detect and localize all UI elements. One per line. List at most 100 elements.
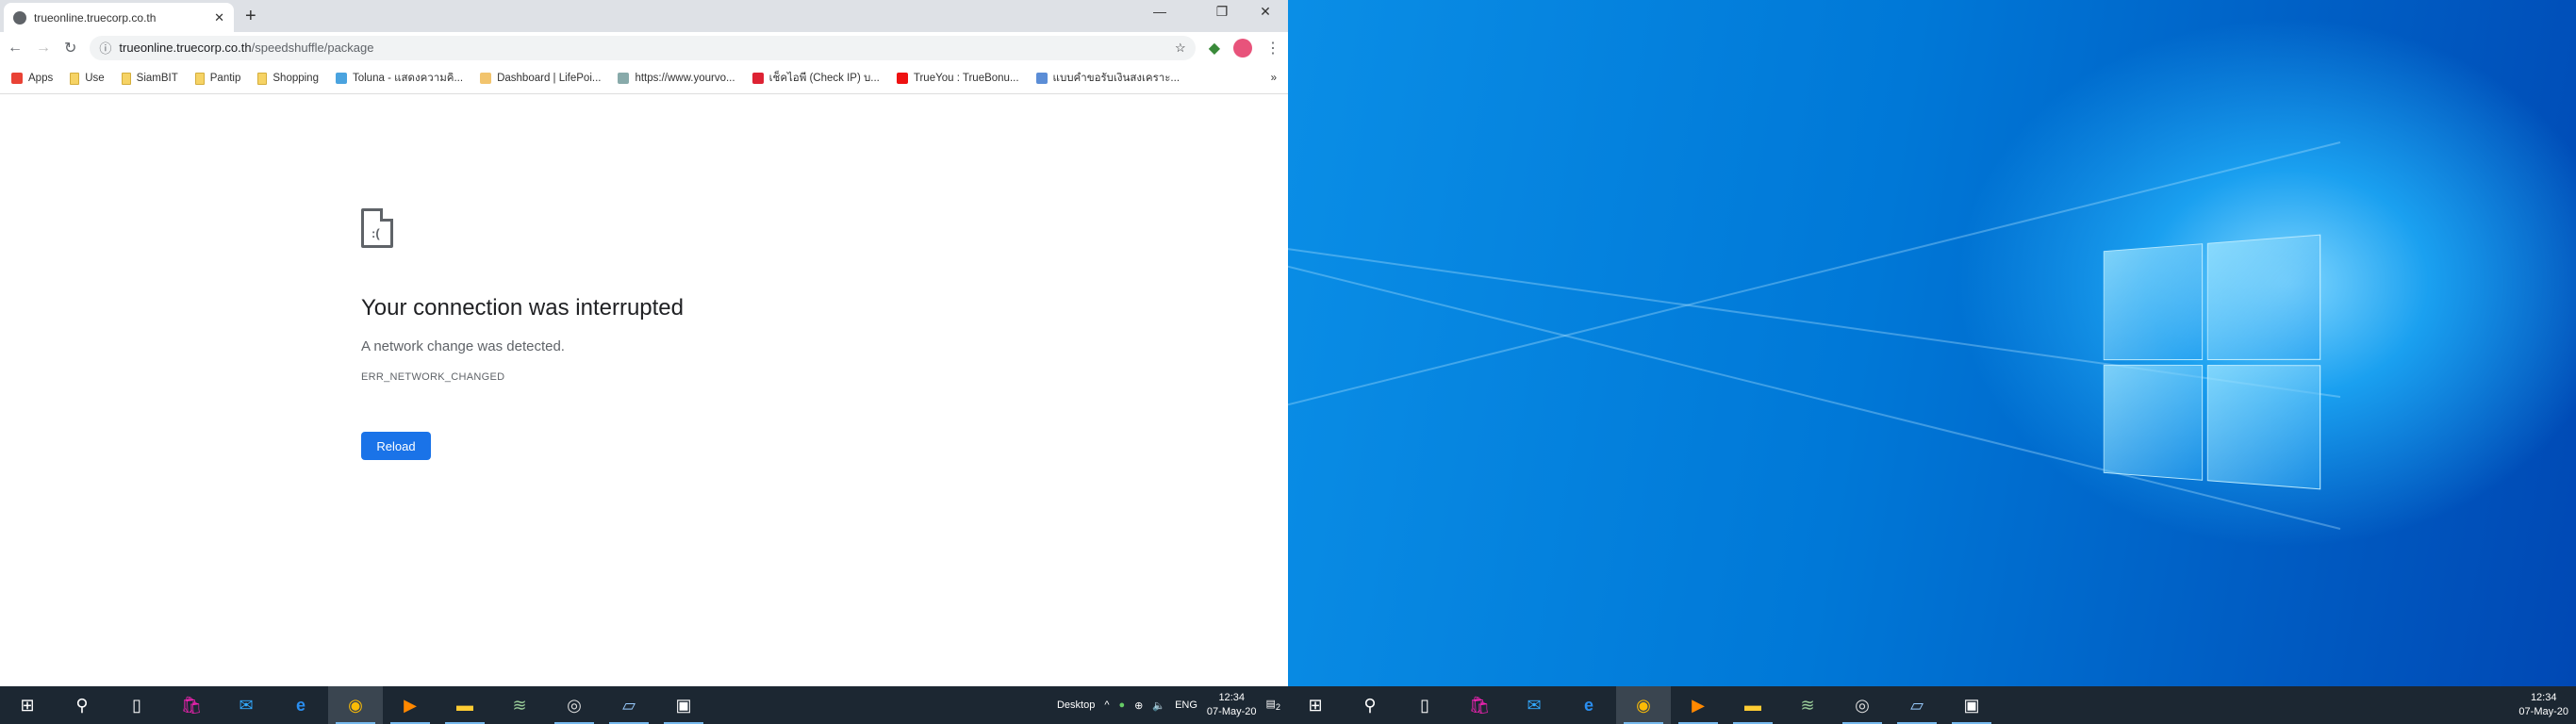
task-view-icon[interactable]: ▯	[1397, 686, 1452, 724]
compass-icon[interactable]: ◎	[1835, 686, 1890, 724]
clock[interactable]: 12:34 07-May-20	[1207, 691, 1257, 719]
store-icon[interactable]: 🛍	[164, 686, 219, 724]
close-tab-icon[interactable]: ✕	[214, 10, 224, 25]
lifepoints-icon	[480, 73, 491, 84]
toluna-icon	[336, 73, 347, 84]
notification-center-icon[interactable]: ▤2	[1266, 698, 1281, 712]
chrome-icon[interactable]: ◉	[1616, 686, 1671, 724]
search-icon[interactable]: ⚲	[1343, 686, 1397, 724]
media-player-icon[interactable]: ▶	[1671, 686, 1726, 724]
bookmarks-bar: Apps Use SiamBIT Pantip Shopping Toluna - แสด…	[0, 63, 1288, 94]
tab-active[interactable]: trueonline.truecorp.co.th ✕	[4, 3, 234, 32]
bookmark-item[interactable]: https://www.yourvo...	[618, 73, 735, 84]
desktop-toolbar[interactable]: Desktop	[1057, 699, 1095, 711]
profile-avatar[interactable]	[1233, 39, 1252, 58]
bookmark-label: Shopping	[272, 73, 319, 84]
clock-time: 12:34	[1207, 691, 1257, 705]
media-player-icon[interactable]: ▶	[383, 686, 438, 724]
back-icon[interactable]: ←	[8, 40, 23, 57]
notepad-icon[interactable]: ▱	[602, 686, 656, 724]
system-tray: Desktop ^ ● ⊕ 🔈 ENG 12:34 07-May-20 ▤2	[1057, 691, 1288, 719]
notepad-icon[interactable]: ▱	[1890, 686, 1944, 724]
taskbar-right: ⊞ ⚲ ▯ 🛍 ✉ e ◉ ▶ ▬ ≋ ◎ ▱ ▣ 12:34 07-May-20	[1288, 686, 2576, 724]
bookmark-item[interactable]: TrueYou : TrueBonu...	[897, 73, 1019, 84]
menu-icon[interactable]: ⋮	[1265, 39, 1280, 58]
forward-icon[interactable]: →	[36, 40, 51, 57]
bookmarks-overflow-button[interactable]: »	[1271, 73, 1277, 84]
toolbar: ← → ↻ ⓘ trueonline.truecorp.co.th/speeds…	[0, 32, 1288, 63]
folder-icon	[70, 73, 79, 85]
terminal-icon[interactable]: ▣	[656, 686, 711, 724]
notification-count: 2	[1276, 703, 1280, 713]
network-app-icon[interactable]: ≋	[492, 686, 547, 724]
search-icon[interactable]: ⚲	[55, 686, 109, 724]
folder-icon	[257, 73, 267, 85]
bookmark-item[interactable]: Pantip	[195, 73, 241, 85]
bookmark-item[interactable]: Apps	[11, 73, 53, 84]
link-icon	[618, 73, 629, 84]
bookmark-item[interactable]: Toluna - แสดงความคิ...	[336, 70, 463, 87]
error-code: ERR_NETWORK_CHANGED	[361, 371, 684, 383]
file-explorer-icon[interactable]: ▬	[1726, 686, 1780, 724]
folder-icon	[122, 73, 131, 85]
error-title: Your connection was interrupted	[361, 295, 684, 321]
bookmark-label: Pantip	[210, 73, 241, 84]
language-indicator[interactable]: ENG	[1175, 699, 1197, 711]
close-window-button[interactable]: ✕	[1247, 4, 1284, 20]
reload-icon[interactable]: ↻	[64, 39, 76, 58]
apps-grid-icon	[11, 73, 23, 84]
globe-icon	[13, 11, 26, 25]
store-icon[interactable]: 🛍	[1452, 686, 1507, 724]
network-globe-icon[interactable]: ⊕	[1134, 699, 1143, 712]
form-icon	[1036, 73, 1048, 84]
start-windows-icon[interactable]: ⊞	[1288, 686, 1343, 724]
chrome-icon[interactable]: ◉	[328, 686, 383, 724]
bookmark-item[interactable]: SiamBIT	[122, 73, 178, 85]
mail-icon[interactable]: ✉	[219, 686, 273, 724]
compass-icon[interactable]: ◎	[547, 686, 602, 724]
bookmark-label: Apps	[28, 73, 53, 84]
clock-time: 12:34	[2518, 691, 2568, 705]
heart-icon	[897, 73, 908, 84]
bookmark-item[interactable]: แบบคำขอรับเงินสงเคราะ...	[1036, 70, 1180, 87]
system-tray-right: 12:34 07-May-20	[2518, 691, 2576, 719]
terminal-icon[interactable]: ▣	[1944, 686, 1999, 724]
bookmark-label: แบบคำขอรับเงินสงเคราะ...	[1053, 70, 1180, 87]
bookmark-item[interactable]: Dashboard | LifePoi...	[480, 73, 601, 84]
bookmark-label: https://www.yourvo...	[635, 73, 735, 84]
clock-date: 07-May-20	[2518, 705, 2568, 719]
reload-button[interactable]: Reload	[361, 432, 431, 460]
utorrent-icon[interactable]: ●	[1119, 699, 1126, 711]
task-view-icon[interactable]: ▯	[109, 686, 164, 724]
minimize-button[interactable]: —	[1141, 4, 1179, 19]
folder-icon	[195, 73, 205, 85]
mail-icon[interactable]: ✉	[1507, 686, 1561, 724]
new-tab-button[interactable]: +	[245, 6, 256, 27]
bookmark-label: เช็คไอพี (Check IP) บ...	[769, 70, 880, 87]
start-windows-icon[interactable]: ⊞	[0, 686, 55, 724]
bookmark-star-icon[interactable]: ☆	[1175, 41, 1186, 56]
restore-button[interactable]: ❐	[1203, 4, 1241, 20]
bookmark-item[interactable]: เช็คไอพี (Check IP) บ...	[752, 70, 880, 87]
bookmark-label: TrueYou : TrueBonu...	[914, 73, 1019, 84]
info-icon: ⓘ	[99, 39, 111, 57]
edge-icon[interactable]: e	[273, 686, 328, 724]
chrome-window: trueonline.truecorp.co.th ✕ + — ❐ ✕ ← → …	[0, 0, 1288, 686]
url-path: /speedshuffle/package	[252, 41, 374, 55]
bookmark-label: SiamBIT	[137, 73, 178, 84]
chevron-up-icon[interactable]: ^	[1104, 699, 1109, 711]
windows-logo	[2104, 235, 2320, 490]
extension-icon[interactable]: ◆	[1209, 39, 1220, 58]
edge-icon[interactable]: e	[1561, 686, 1616, 724]
bookmark-item[interactable]: Use	[70, 73, 104, 85]
error-message: A network change was detected.	[361, 338, 684, 354]
file-explorer-icon[interactable]: ▬	[438, 686, 492, 724]
address-bar[interactable]: ⓘ trueonline.truecorp.co.th/speedshuffle…	[90, 36, 1195, 60]
bookmark-item[interactable]: Shopping	[257, 73, 319, 85]
clock[interactable]: 12:34 07-May-20	[2518, 691, 2568, 719]
bookmark-label: Dashboard | LifePoi...	[497, 73, 601, 84]
volume-icon[interactable]: 🔈	[1152, 699, 1165, 712]
bookmark-label: Toluna - แสดงความคิ...	[353, 70, 463, 87]
network-app-icon[interactable]: ≋	[1780, 686, 1835, 724]
tab-title: trueonline.truecorp.co.th	[34, 11, 156, 25]
